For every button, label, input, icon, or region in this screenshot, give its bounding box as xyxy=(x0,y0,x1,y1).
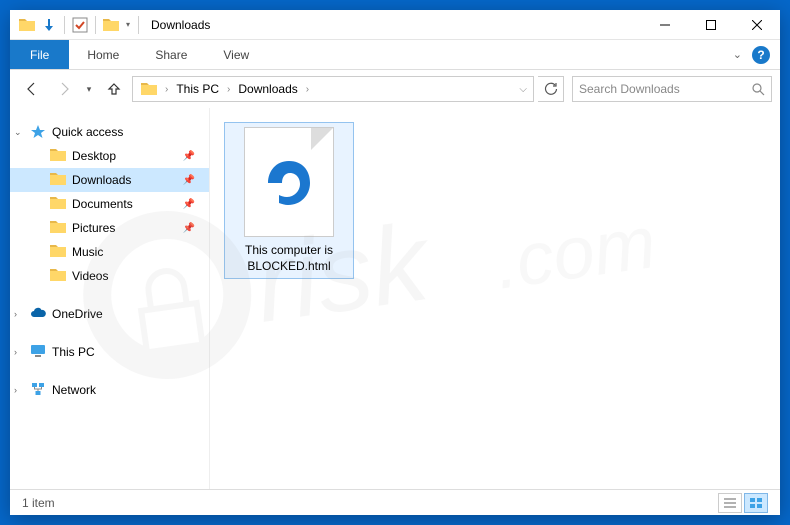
file-list[interactable]: This computer is BLOCKED.html xyxy=(210,108,780,489)
network-icon xyxy=(30,382,46,398)
file-thumbnail xyxy=(244,127,334,237)
separator xyxy=(138,16,139,34)
chevron-right-icon[interactable]: › xyxy=(225,84,232,95)
sidebar-item-label: This PC xyxy=(52,345,95,359)
titlebar: ▾ Downloads xyxy=(10,10,780,40)
details-view-button[interactable] xyxy=(718,493,742,513)
item-count-label: 1 item xyxy=(22,496,55,510)
folder-icon xyxy=(50,268,66,284)
navigation-pane: ⌄ Quick access Desktop 📌 Downloads 📌 xyxy=(10,108,210,489)
checkbox-icon[interactable] xyxy=(69,14,91,36)
star-icon xyxy=(30,124,46,140)
statusbar: 1 item xyxy=(10,489,780,515)
separator xyxy=(95,16,96,34)
sidebar-item-label: Documents xyxy=(72,197,133,211)
window-title: Downloads xyxy=(151,18,210,32)
sidebar-item-label: Quick access xyxy=(52,125,123,139)
pin-icon: 📌 xyxy=(183,175,195,186)
caret-icon: › xyxy=(14,347,17,357)
file-item[interactable]: This computer is BLOCKED.html xyxy=(224,122,354,279)
search-input[interactable] xyxy=(579,82,752,96)
folder-icon xyxy=(50,220,66,236)
window-controls xyxy=(642,10,780,40)
sidebar-item-desktop[interactable]: Desktop 📌 xyxy=(10,144,209,168)
separator xyxy=(64,16,65,34)
breadcrumb-item[interactable]: This PC xyxy=(170,77,225,101)
sidebar-item-label: Desktop xyxy=(72,149,116,163)
folder-icon xyxy=(50,244,66,260)
sidebar-quick-access[interactable]: ⌄ Quick access xyxy=(10,120,209,144)
caret-icon: ⌄ xyxy=(14,127,22,138)
maximize-button[interactable] xyxy=(688,10,734,40)
quick-access-toolbar: ▾ Downloads xyxy=(10,14,210,36)
caret-icon: › xyxy=(14,309,17,319)
thumbnails-view-button[interactable] xyxy=(744,493,768,513)
main-area: ⌄ Quick access Desktop 📌 Downloads 📌 xyxy=(10,108,780,489)
addressbar: ▾ › This PC › Downloads › ⌵ xyxy=(10,70,780,108)
up-button[interactable] xyxy=(100,75,128,103)
sidebar-item-network[interactable]: › Network xyxy=(10,378,209,402)
close-button[interactable] xyxy=(734,10,780,40)
tab-view[interactable]: View xyxy=(205,40,267,69)
folder-icon xyxy=(50,148,66,164)
sidebar-item-label: Videos xyxy=(72,269,108,283)
qat-dropdown-icon[interactable]: ▾ xyxy=(122,14,134,36)
sidebar-item-downloads[interactable]: Downloads 📌 xyxy=(10,168,209,192)
download-arrow-icon xyxy=(38,14,60,36)
help-button[interactable]: ? xyxy=(752,46,770,64)
ribbon-expand-icon[interactable]: ⌄ xyxy=(733,48,742,61)
folder-icon xyxy=(50,196,66,212)
folder-icon xyxy=(100,14,122,36)
pin-icon: 📌 xyxy=(183,199,195,210)
sidebar-item-pictures[interactable]: Pictures 📌 xyxy=(10,216,209,240)
pin-icon: 📌 xyxy=(183,223,195,234)
sidebar-item-label: Downloads xyxy=(72,173,131,187)
breadcrumb[interactable]: › This PC › Downloads › ⌵ xyxy=(132,76,534,102)
file-tab[interactable]: File xyxy=(10,40,69,69)
sidebar-item-label: Music xyxy=(72,245,103,259)
pc-icon xyxy=(30,344,46,360)
caret-icon: › xyxy=(14,385,17,395)
file-name-label: This computer is BLOCKED.html xyxy=(229,243,349,274)
minimize-button[interactable] xyxy=(642,10,688,40)
sidebar-item-label: Pictures xyxy=(72,221,115,235)
tab-home[interactable]: Home xyxy=(69,40,137,69)
sidebar-item-label: OneDrive xyxy=(52,307,103,321)
sidebar-item-documents[interactable]: Documents 📌 xyxy=(10,192,209,216)
chevron-right-icon[interactable]: › xyxy=(304,84,311,95)
edge-icon xyxy=(262,155,316,209)
folder-icon xyxy=(16,14,38,36)
recent-dropdown-icon[interactable]: ▾ xyxy=(82,75,96,103)
chevron-right-icon[interactable]: › xyxy=(163,84,170,95)
back-button[interactable] xyxy=(18,75,46,103)
explorer-window: risk .com ▾ Downloads xyxy=(10,10,780,515)
breadcrumb-root-icon[interactable] xyxy=(135,77,163,101)
refresh-button[interactable] xyxy=(538,76,564,102)
pin-icon: 📌 xyxy=(183,151,195,162)
ribbon: File Home Share View ⌄ ? xyxy=(10,40,780,70)
tab-share[interactable]: Share xyxy=(137,40,205,69)
breadcrumb-dropdown-icon[interactable]: ⌵ xyxy=(517,84,531,95)
cloud-icon xyxy=(30,306,46,322)
folder-icon xyxy=(50,172,66,188)
search-box[interactable] xyxy=(572,76,772,102)
sidebar-item-videos[interactable]: Videos xyxy=(10,264,209,288)
forward-button[interactable] xyxy=(50,75,78,103)
sidebar-item-label: Network xyxy=(52,383,96,397)
breadcrumb-item[interactable]: Downloads xyxy=(232,77,303,101)
sidebar-item-thispc[interactable]: › This PC xyxy=(10,340,209,364)
search-icon xyxy=(752,83,765,96)
sidebar-item-onedrive[interactable]: › OneDrive xyxy=(10,302,209,326)
sidebar-item-music[interactable]: Music xyxy=(10,240,209,264)
